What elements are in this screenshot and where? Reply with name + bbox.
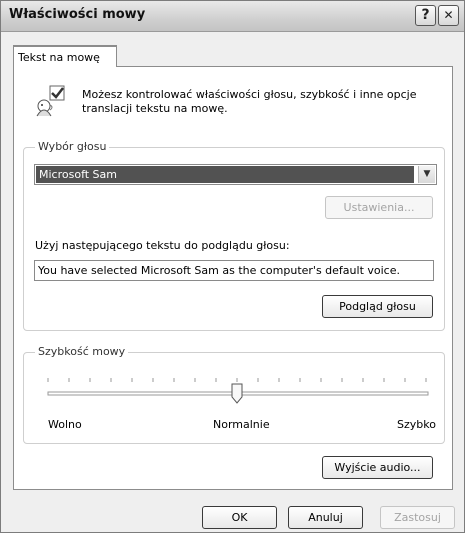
speech-rate-slider[interactable] <box>41 373 441 413</box>
speed-fast-label: Szybko <box>397 418 436 431</box>
help-button[interactable]: ? <box>415 5 436 26</box>
voice-select[interactable]: Microsoft Sam ▼ <box>34 164 437 185</box>
window-title: Właściwości mowy <box>9 7 146 22</box>
settings-button[interactable]: Ustawienia... <box>325 196 433 219</box>
cancel-button[interactable]: Anuluj <box>288 506 363 529</box>
speed-normal-label: Normalnie <box>213 418 270 431</box>
ok-button[interactable]: OK <box>202 506 277 529</box>
title-bar: Właściwości mowy ? ✕ <box>1 1 464 32</box>
audio-output-button[interactable]: Wyjście audio... <box>322 456 433 479</box>
tab-text-to-speech[interactable]: Tekst na mowę <box>13 45 117 67</box>
preview-label: Użyj następującego tekstu do podglądu gł… <box>35 239 290 252</box>
preview-text-input[interactable]: You have selected Microsoft Sam as the c… <box>34 260 434 281</box>
speed-slow-label: Wolno <box>48 418 82 431</box>
chevron-down-icon[interactable]: ▼ <box>418 166 435 183</box>
apply-button[interactable]: Zastosuj <box>380 506 455 529</box>
voice-select-value: Microsoft Sam <box>36 166 414 183</box>
preview-voice-button[interactable]: Podgląd głosu <box>322 295 433 318</box>
speech-rate-legend: Szybkość mowy <box>35 345 129 358</box>
speech-properties-icon <box>36 85 65 117</box>
intro-text-line1: Możesz kontrolować właściwości głosu, sz… <box>82 88 417 101</box>
close-button[interactable]: ✕ <box>438 5 459 26</box>
voice-selection-legend: Wybór głosu <box>35 140 110 153</box>
intro-text-line2: translacji tekstu na mowę. <box>82 102 228 115</box>
speech-properties-window: Właściwości mowy ? ✕ Tekst na mowę Możes… <box>0 0 465 533</box>
slider-thumb <box>231 383 243 404</box>
